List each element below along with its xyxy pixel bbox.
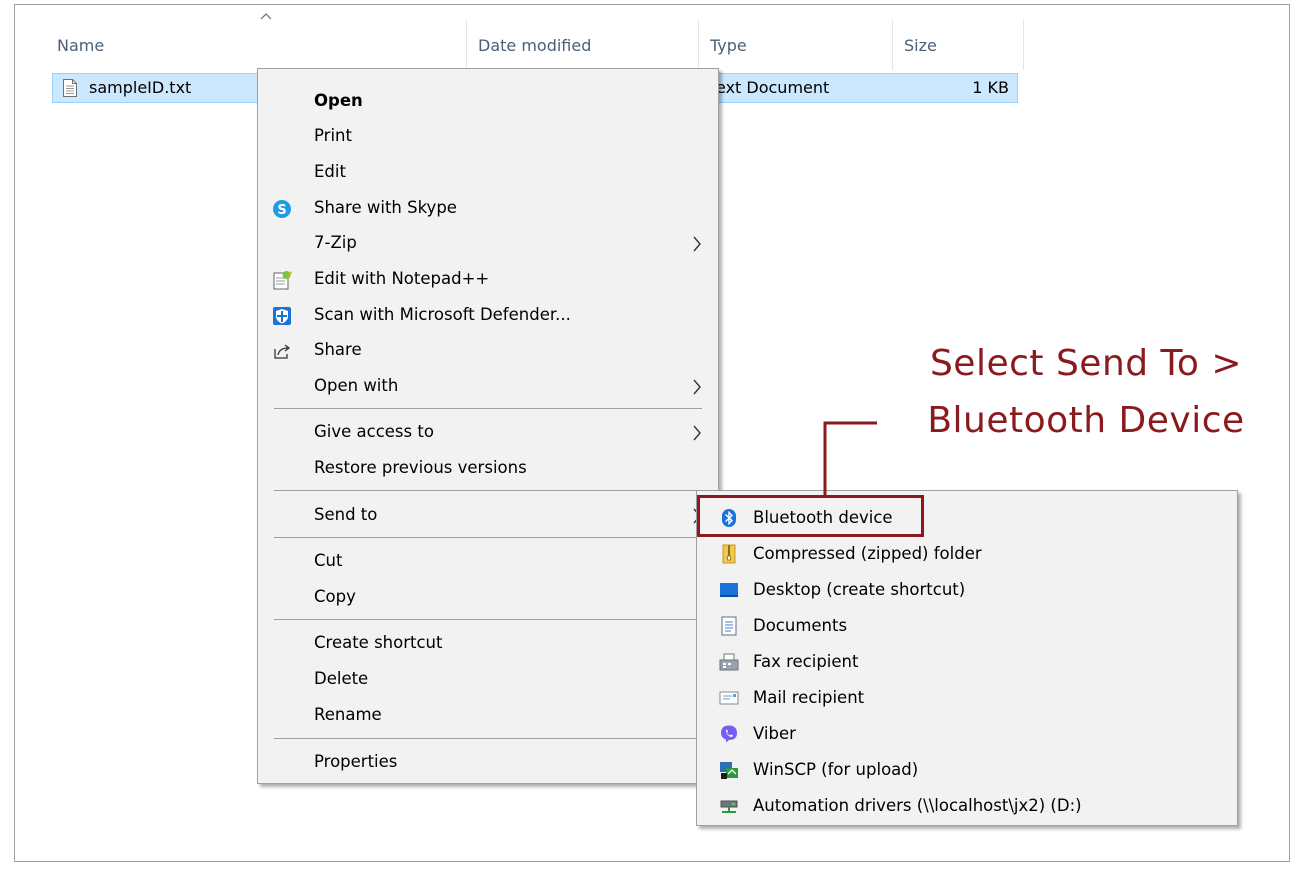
menu-item-share-with-skype[interactable]: S Share with Skype <box>258 191 718 225</box>
column-header-name[interactable]: Name <box>57 35 104 57</box>
menu-item-create-shortcut[interactable]: Create shortcut <box>258 626 718 660</box>
menu-item-open[interactable]: Open <box>258 84 718 118</box>
column-divider[interactable] <box>698 20 699 70</box>
menu-item-delete[interactable]: Delete <box>258 662 718 696</box>
menu-item-print[interactable]: Print <box>258 119 718 153</box>
send-to-documents[interactable]: Documents <box>697 608 1237 644</box>
menu-separator <box>274 537 702 538</box>
column-divider[interactable] <box>892 20 893 70</box>
menu-item-label: Cut <box>314 551 343 570</box>
send-to-label: WinSCP (for upload) <box>753 760 919 779</box>
menu-item-cut[interactable]: Cut <box>258 544 718 578</box>
file-name[interactable]: sampleID.txt <box>89 74 191 102</box>
menu-item-label: Create shortcut <box>314 633 443 652</box>
send-to-label: Compressed (zipped) folder <box>753 544 982 563</box>
send-to-compressed-folder[interactable]: Compressed (zipped) folder <box>697 536 1237 572</box>
menu-item-label: Delete <box>314 669 369 688</box>
notepad-plus-plus-icon <box>273 271 292 290</box>
menu-separator <box>274 408 702 409</box>
menu-item-share[interactable]: Share <box>258 333 718 367</box>
winscp-icon <box>720 762 738 779</box>
file-size: 1 KB <box>972 78 1009 97</box>
menu-item-open-with[interactable]: Open with <box>258 369 718 403</box>
chevron-right-icon <box>693 236 701 252</box>
send-to-label: Mail recipient <box>753 688 865 707</box>
menu-item-label: Print <box>314 126 352 145</box>
send-to-winscp[interactable]: WinSCP (for upload) <box>697 752 1237 788</box>
menu-item-7zip[interactable]: 7-Zip <box>258 226 718 260</box>
send-to-label: Automation drivers (\\localhost\jx2) (D:… <box>753 796 1082 815</box>
send-to-label: Viber <box>753 724 796 743</box>
callout-highlight-box <box>697 495 924 537</box>
context-menu: Open Print Edit S Share with Skype 7-Zip… <box>257 68 719 784</box>
menu-separator <box>274 490 702 491</box>
menu-separator <box>274 619 702 620</box>
column-divider[interactable] <box>466 20 467 70</box>
column-divider[interactable] <box>1023 20 1024 70</box>
menu-item-label: Edit <box>314 162 346 181</box>
network-drive-icon <box>720 800 738 813</box>
callout-text: Select Send To > Bluetooth Device <box>876 335 1296 449</box>
share-icon <box>274 344 291 359</box>
menu-item-rename[interactable]: Rename <box>258 698 718 732</box>
menu-item-restore-previous-versions[interactable]: Restore previous versions <box>258 451 718 485</box>
menu-item-scan-with-defender[interactable]: Scan with Microsoft Defender... <box>258 298 718 332</box>
menu-item-send-to[interactable]: Send to <box>258 498 718 532</box>
chevron-right-icon <box>693 379 701 395</box>
send-to-label: Desktop (create shortcut) <box>753 580 966 599</box>
send-to-viber[interactable]: Viber <box>697 716 1237 752</box>
menu-item-label: Rename <box>314 705 382 724</box>
send-to-fax-recipient[interactable]: Fax recipient <box>697 644 1237 680</box>
column-header-type[interactable]: Type <box>710 35 747 57</box>
menu-item-label: Restore previous versions <box>314 458 527 477</box>
menu-item-edit-with-notepad[interactable]: Edit with Notepad++ <box>258 262 718 296</box>
chevron-right-icon <box>693 425 701 441</box>
mail-icon <box>719 691 739 705</box>
menu-item-label: Open <box>314 91 363 110</box>
menu-item-label: Copy <box>314 587 356 606</box>
send-to-desktop[interactable]: Desktop (create shortcut) <box>697 572 1237 608</box>
fax-icon <box>719 653 739 671</box>
desktop-icon <box>720 583 738 597</box>
menu-item-label: Edit with Notepad++ <box>314 269 490 288</box>
menu-item-label: Open with <box>314 376 399 395</box>
menu-item-label: Share <box>314 340 362 359</box>
text-file-icon <box>63 79 77 97</box>
sort-ascending-icon <box>260 13 272 20</box>
viber-icon <box>721 725 737 743</box>
menu-item-edit[interactable]: Edit <box>258 155 718 189</box>
callout-line-2: Bluetooth Device <box>927 400 1245 441</box>
file-type: ext Document <box>716 78 830 97</box>
column-header-size[interactable]: Size <box>904 35 937 57</box>
menu-item-label: Give access to <box>314 422 434 441</box>
send-to-network-drive[interactable]: Automation drivers (\\localhost\jx2) (D:… <box>697 788 1237 824</box>
skype-icon: S <box>273 200 291 218</box>
callout-line-1: Select Send To > <box>929 343 1243 384</box>
menu-separator <box>274 738 702 739</box>
send-to-mail-recipient[interactable]: Mail recipient <box>697 680 1237 716</box>
send-to-submenu: Bluetooth device Compressed (zipped) fol… <box>696 490 1238 826</box>
column-header-date-modified[interactable]: Date modified <box>478 35 591 57</box>
zip-folder-icon <box>722 544 736 564</box>
menu-item-label: Properties <box>314 752 398 771</box>
menu-item-label: Send to <box>314 505 378 524</box>
menu-item-label: 7-Zip <box>314 233 357 252</box>
documents-icon <box>721 616 737 636</box>
send-to-label: Fax recipient <box>753 652 859 671</box>
defender-shield-icon <box>273 307 291 325</box>
menu-item-label: Scan with Microsoft Defender... <box>314 305 571 324</box>
menu-item-give-access-to[interactable]: Give access to <box>258 415 718 449</box>
menu-item-copy[interactable]: Copy <box>258 580 718 614</box>
menu-item-properties[interactable]: Properties <box>258 745 718 779</box>
menu-item-label: Share with Skype <box>314 198 457 217</box>
svg-text:S: S <box>277 203 286 218</box>
send-to-label: Documents <box>753 616 848 635</box>
